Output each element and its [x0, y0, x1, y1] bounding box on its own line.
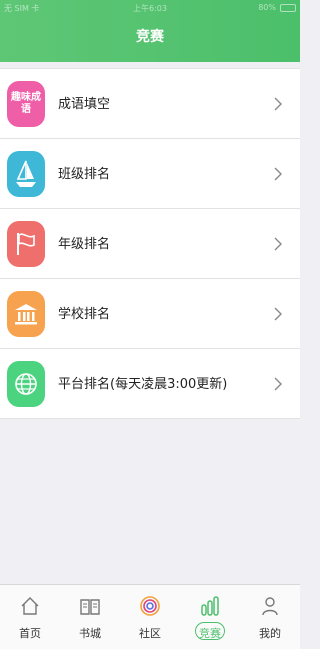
list-item-grade-rank[interactable]: 年级排名 — [0, 209, 300, 279]
idiom-icon-text: 趣味成语 — [11, 92, 41, 115]
chevron-right-icon — [274, 97, 282, 111]
status-bar: 无 SIM 卡 上午6:03 80% — [0, 0, 300, 16]
battery-icon — [280, 4, 296, 12]
list-item-label: 年级排名 — [58, 237, 111, 252]
list-item-label: 平台排名(每天凌晨3:00更新) — [58, 377, 228, 392]
list-item-platform-rank[interactable]: 平台排名(每天凌晨3:00更新) — [0, 349, 300, 419]
page-title: 竞赛 — [136, 29, 164, 45]
list-item-idiom[interactable]: 趣味成语 成语填空 — [0, 69, 300, 139]
person-icon — [262, 597, 278, 616]
list-item-label: 学校排名 — [58, 307, 111, 322]
book-icon — [80, 599, 100, 615]
tab-bookstore[interactable]: 书城 — [60, 585, 120, 649]
chevron-right-icon — [274, 167, 282, 181]
clock-text: 上午6:03 — [133, 4, 167, 13]
community-icon — [140, 596, 160, 616]
chevron-right-icon — [274, 237, 282, 251]
list-item-label: 班级排名 — [58, 167, 111, 182]
list-item-label: 成语填空 — [58, 97, 111, 112]
flag-icon — [7, 221, 45, 267]
idiom-icon: 趣味成语 — [7, 81, 45, 127]
sailboat-icon — [7, 151, 45, 197]
chevron-right-icon — [274, 307, 282, 321]
tab-mine[interactable]: 我的 — [240, 585, 300, 649]
list-item-school-rank[interactable]: 学校排名 — [0, 279, 300, 349]
tab-bar: 首页 书城 社区 竞赛 我的 — [0, 584, 300, 649]
competition-list: 趣味成语 成语填空 班级排名 年级排名 学校排名 平台排名(每天凌晨3:00更新… — [0, 68, 300, 419]
tab-label: 竞赛 — [199, 627, 221, 640]
list-item-class-rank[interactable]: 班级排名 — [0, 139, 300, 209]
tab-home[interactable]: 首页 — [0, 585, 60, 649]
chevron-right-icon — [274, 377, 282, 391]
home-icon — [21, 597, 39, 615]
school-icon — [7, 291, 45, 337]
tab-competition[interactable]: 竞赛 — [180, 585, 240, 649]
tab-label: 书城 — [79, 627, 101, 640]
battery-text: 80% — [258, 3, 276, 12]
globe-icon — [7, 361, 45, 407]
chart-icon — [201, 596, 219, 616]
tab-label: 首页 — [19, 627, 41, 640]
tab-label: 我的 — [259, 627, 281, 640]
header: 无 SIM 卡 上午6:03 80% 竞赛 — [0, 0, 300, 62]
tab-label: 社区 — [139, 627, 161, 640]
tab-community[interactable]: 社区 — [120, 585, 180, 649]
